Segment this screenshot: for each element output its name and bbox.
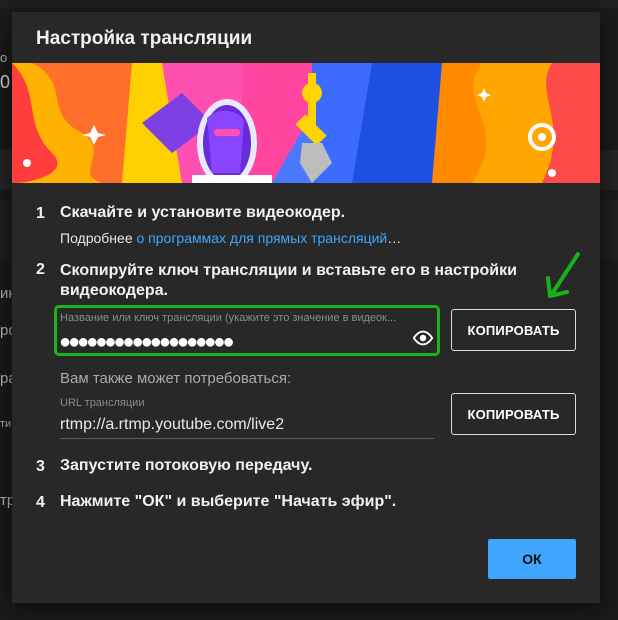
step-text: Скопируйте ключ трансляции и вставьте ег… bbox=[60, 262, 517, 299]
stream-key-label: Название или ключ трансляции (укажите эт… bbox=[60, 312, 397, 324]
background-panel-top bbox=[0, 0, 618, 8]
arrow-annotation-icon bbox=[546, 252, 580, 298]
copy-stream-url-button[interactable]: КОПИРОВАТЬ bbox=[451, 393, 576, 435]
encoders-link[interactable]: о программах для прямых трансляций bbox=[137, 230, 388, 246]
banner-illustration bbox=[12, 63, 600, 183]
step-text: Запустите потоковую передачу. bbox=[60, 457, 313, 474]
copy-stream-key-button[interactable]: КОПИРОВАТЬ bbox=[451, 309, 576, 351]
stream-settings-dialog: Настройка трансляции 1 Скачайте и устано… bbox=[12, 12, 600, 603]
step-number: 2 bbox=[36, 261, 45, 278]
stream-key-input[interactable]: ●●●●●●●●●●●●●●●●●●● bbox=[59, 331, 235, 354]
step-text: Нажмите "ОК" и выберите "Начать эфир". bbox=[60, 493, 397, 510]
dialog-title: Настройка трансляции bbox=[36, 28, 253, 49]
step-subtext: Подробнее о программах для прямых трансл… bbox=[60, 230, 401, 246]
background-text: 0 bbox=[0, 72, 11, 92]
step-number: 1 bbox=[36, 205, 45, 222]
step-number: 4 bbox=[36, 494, 45, 511]
step-text: Скачайте и установите видеокодер. bbox=[60, 204, 346, 221]
also-needed-label: Вам также может потребоваться: bbox=[60, 370, 292, 387]
subtext-prefix: Подробнее bbox=[60, 230, 137, 246]
step-number: 3 bbox=[36, 458, 45, 475]
stream-url-label: URL трансляции bbox=[60, 397, 145, 409]
background-text: ти bbox=[0, 418, 12, 430]
subtext-suffix: … bbox=[387, 230, 402, 246]
stream-url-underline bbox=[60, 438, 434, 439]
eye-icon[interactable] bbox=[412, 330, 434, 346]
background-text: о bbox=[0, 50, 8, 65]
stream-url-input[interactable]: rtmp://a.rtmp.youtube.com/live2 bbox=[60, 416, 284, 434]
ok-button[interactable]: ОК bbox=[488, 539, 576, 579]
